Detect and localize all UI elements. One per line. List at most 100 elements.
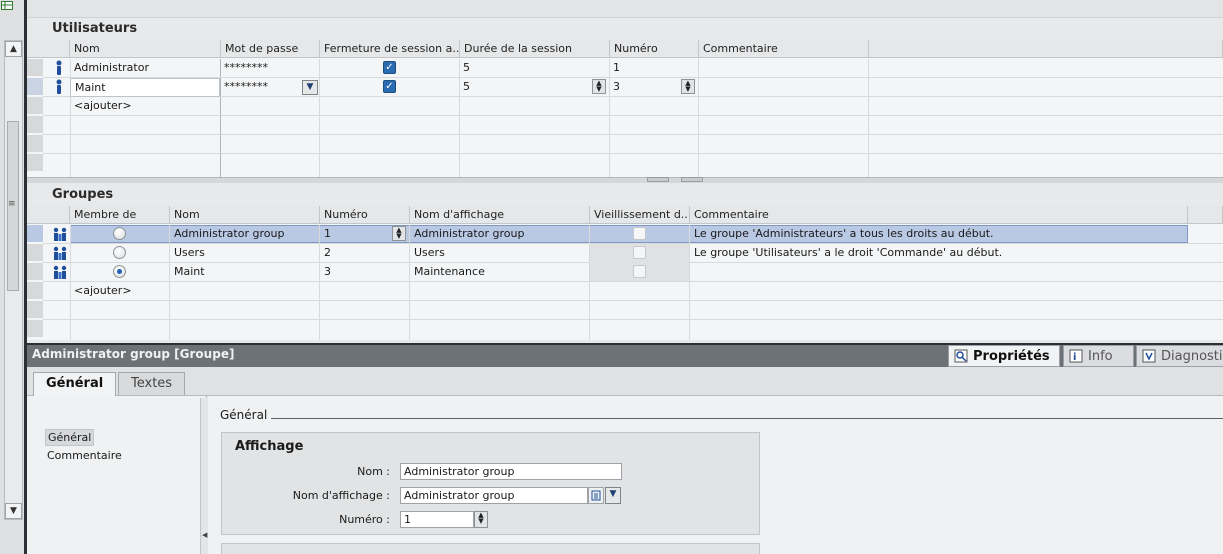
tab-properties[interactable]: Propriétés	[948, 345, 1060, 367]
row-selector[interactable]	[27, 78, 43, 96]
user-duration[interactable]: 5	[459, 59, 609, 78]
group-comment[interactable]: Le groupe 'Administrateurs' a tous les d…	[690, 225, 1188, 244]
user-icon	[54, 60, 64, 76]
user-password[interactable]: ********	[220, 59, 319, 78]
inspector-title: Administrator group [Groupe]	[32, 347, 235, 361]
display-group-title: Affichage	[235, 439, 304, 454]
subtab-texts[interactable]: Textes	[118, 372, 186, 395]
col-header-member[interactable]: Membre de	[70, 206, 170, 224]
spinner-icon[interactable]: ▲ ▼	[474, 511, 488, 528]
user-password[interactable]: ********	[220, 78, 300, 97]
vertical-scrollbar[interactable]: ▲ ≡ ▼	[4, 40, 23, 520]
nav-item-general[interactable]: Général	[45, 429, 95, 446]
number-input[interactable]: 1	[400, 511, 474, 528]
aging-checkbox[interactable]	[633, 227, 646, 240]
user-duration[interactable]: 5	[459, 78, 589, 97]
user-number[interactable]: 1	[609, 59, 698, 78]
aging-checkbox[interactable]	[633, 265, 646, 278]
group-name[interactable]: Administrator group	[170, 225, 319, 244]
user-name[interactable]: Maint	[70, 78, 220, 97]
group-icon	[52, 227, 68, 241]
member-radio-selected[interactable]	[113, 265, 126, 278]
chevron-left-icon[interactable]: ◀	[202, 531, 207, 539]
row-selector[interactable]	[27, 301, 43, 319]
row-selector[interactable]	[27, 225, 43, 243]
group-comment[interactable]: Le groupe 'Utilisateurs' a le droit 'Com…	[690, 244, 1188, 263]
inspector-subtabs	[27, 367, 1223, 396]
col-header-password[interactable]: Mot de passe	[221, 40, 320, 58]
row-selector[interactable]	[27, 154, 43, 172]
col-header-number[interactable]: Numéro	[610, 40, 699, 58]
group-display-name[interactable]: Maintenance	[410, 263, 589, 282]
add-group-row[interactable]: <ajouter>	[70, 282, 170, 301]
group-display-name[interactable]: Users	[410, 244, 589, 263]
text-list-icon[interactable]	[588, 487, 604, 504]
row-selector[interactable]	[27, 263, 43, 281]
group-name[interactable]: Maint	[170, 263, 319, 282]
row-selector[interactable]	[27, 320, 43, 338]
grip-icon: ≡	[8, 199, 16, 209]
group-display-name[interactable]: Administrator group	[410, 225, 589, 244]
table-icon	[1, 0, 13, 10]
add-user-row[interactable]: <ajouter>	[70, 97, 220, 116]
tab-diagnostics[interactable]: Diagnosti	[1136, 345, 1223, 367]
aging-checkbox[interactable]	[633, 246, 646, 259]
col-header-nom[interactable]: Nom	[70, 40, 221, 58]
col-header-filler	[1188, 206, 1223, 224]
scroll-up-icon[interactable]: ▲	[5, 41, 22, 57]
collapse-down-icon[interactable]	[681, 177, 703, 182]
col-header-duration[interactable]: Durée de la session	[460, 40, 610, 58]
tab-info-label: Info	[1088, 349, 1113, 364]
col-header-number[interactable]: Numéro	[320, 206, 410, 224]
group-number[interactable]: 3	[320, 263, 409, 282]
member-radio[interactable]	[113, 227, 126, 240]
tab-info[interactable]: i Info	[1063, 345, 1134, 367]
row-selector[interactable]	[27, 97, 43, 115]
group-number[interactable]: 1	[320, 225, 390, 244]
chevron-down-icon[interactable]: ▼	[605, 487, 621, 504]
logoff-checkbox[interactable]: ✓	[383, 61, 396, 74]
display-name-input[interactable]: Administrator group	[400, 487, 588, 504]
col-header-aging[interactable]: Vieillissement d..	[590, 206, 690, 224]
group-icon	[52, 265, 68, 279]
spinner-icon[interactable]: ▲ ▼	[681, 79, 695, 94]
collapse-up-icon[interactable]	[647, 177, 669, 182]
name-input[interactable]: Administrator group	[400, 463, 622, 480]
spinner-icon[interactable]: ▲ ▼	[392, 226, 406, 241]
info-icon: i	[1069, 349, 1083, 367]
group-number[interactable]: 2	[320, 244, 409, 263]
group-name[interactable]: Users	[170, 244, 319, 263]
member-radio[interactable]	[113, 246, 126, 259]
tab-properties-label: Propriétés	[973, 349, 1050, 364]
scroll-down-icon[interactable]: ▼	[5, 503, 22, 519]
inspector-nav	[27, 396, 207, 554]
users-section-title: Utilisateurs	[52, 21, 138, 36]
col-header-comment[interactable]: Commentaire	[699, 40, 869, 58]
row-selector[interactable]	[27, 59, 43, 77]
user-icon	[54, 79, 64, 95]
table-splitter[interactable]	[27, 177, 1223, 183]
spinner-icon[interactable]: ▲ ▼	[592, 79, 606, 94]
nav-scrollbar[interactable]: ◀	[200, 398, 208, 554]
name-label: Nom :	[357, 465, 390, 478]
user-name[interactable]: Administrator	[70, 59, 220, 78]
col-header-nom[interactable]: Nom	[170, 206, 320, 224]
col-header-display[interactable]: Nom d'affichage	[410, 206, 590, 224]
subtab-general[interactable]: Général	[33, 372, 117, 396]
row-selector[interactable]	[27, 244, 43, 262]
row-header-corner	[27, 206, 70, 224]
col-header-filler	[869, 40, 1223, 58]
logoff-checkbox[interactable]: ✓	[383, 80, 396, 93]
row-header-corner	[27, 40, 70, 58]
number-label: Numéro :	[339, 513, 390, 526]
chevron-down-icon[interactable]: ▼	[302, 80, 318, 95]
tab-diagnostics-label: Diagnosti	[1161, 349, 1223, 364]
row-selector[interactable]	[27, 135, 43, 153]
user-number[interactable]: 3	[609, 78, 679, 97]
svg-text:i: i	[1073, 352, 1076, 363]
col-header-logoff[interactable]: Fermeture de session a..	[320, 40, 460, 58]
col-header-comment[interactable]: Commentaire	[690, 206, 1188, 224]
row-selector[interactable]	[27, 282, 43, 300]
nav-item-comment[interactable]: Commentaire	[45, 448, 124, 463]
row-selector[interactable]	[27, 116, 43, 134]
